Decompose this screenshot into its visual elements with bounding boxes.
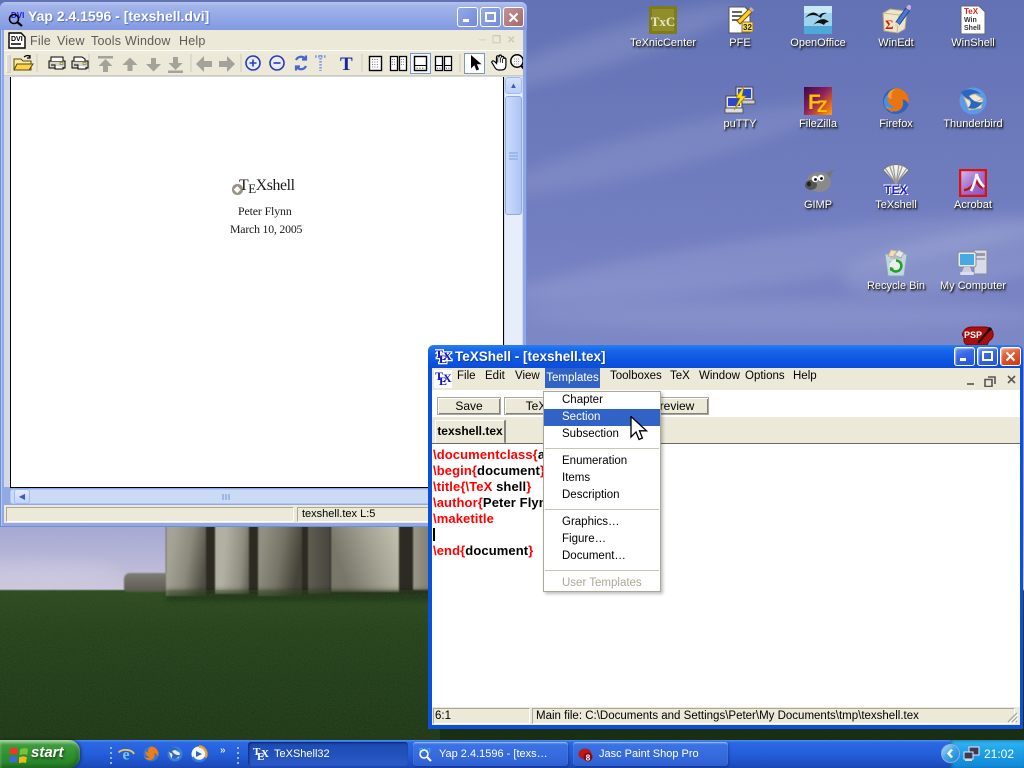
svg-text:TxC: TxC bbox=[651, 14, 676, 29]
svg-text:Win: Win bbox=[964, 17, 977, 24]
svg-text:T: T bbox=[340, 54, 353, 75]
svg-text:PSP: PSP bbox=[964, 330, 982, 340]
svg-text:TeX: TeX bbox=[964, 7, 979, 16]
svg-text:X: X bbox=[443, 349, 452, 363]
svg-text:»: » bbox=[220, 745, 226, 756]
svg-text:TEX: TEX bbox=[884, 183, 907, 197]
svg-text:Shell: Shell bbox=[964, 25, 981, 32]
svg-text:Σ: Σ bbox=[885, 17, 894, 32]
svg-text:X: X bbox=[261, 748, 269, 760]
svg-text:Z: Z bbox=[817, 97, 827, 116]
svg-text:32: 32 bbox=[743, 23, 752, 32]
svg-text:8: 8 bbox=[586, 754, 591, 763]
